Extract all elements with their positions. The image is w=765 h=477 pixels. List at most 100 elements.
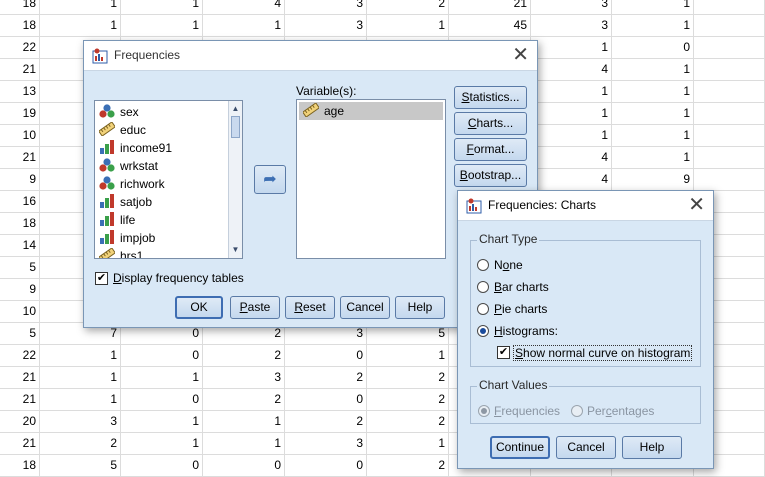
pie-charts-radio[interactable] (477, 303, 489, 315)
grid-cell[interactable]: 1 (40, 367, 121, 389)
source-list-scrollbar[interactable]: ▲ ▼ (228, 101, 242, 258)
grid-cell[interactable]: 21 (0, 367, 40, 389)
grid-cell[interactable]: 18 (0, 455, 40, 477)
grid-cell[interactable]: 0 (285, 455, 367, 477)
grid-cell[interactable]: 1 (203, 411, 285, 433)
grid-cell[interactable] (694, 125, 765, 147)
grid-cell[interactable]: 3 (531, 15, 612, 37)
grid-cell[interactable]: 21 (0, 59, 40, 81)
grid-cell[interactable]: 5 (40, 455, 121, 477)
grid-cell[interactable] (694, 103, 765, 125)
list-item[interactable]: life (99, 211, 135, 229)
grid-cell[interactable]: 1 (203, 15, 285, 37)
grid-cell[interactable]: 0 (121, 345, 203, 367)
grid-cell[interactable]: 1 (40, 0, 121, 15)
grid-cell[interactable]: 9 (0, 169, 40, 191)
grid-cell[interactable]: 10 (0, 125, 40, 147)
grid-cell[interactable]: 1 (531, 103, 612, 125)
grid-cell[interactable]: 16 (0, 191, 40, 213)
grid-cell[interactable]: 19 (0, 103, 40, 125)
grid-cell[interactable]: 2 (203, 389, 285, 411)
grid-cell[interactable]: 1 (612, 81, 694, 103)
paste-button[interactable]: Paste (230, 296, 280, 319)
list-item[interactable]: impjob (99, 229, 155, 247)
cancel-button[interactable]: Cancel (556, 436, 616, 459)
grid-cell[interactable]: 1 (612, 59, 694, 81)
grid-cell[interactable]: 1 (612, 15, 694, 37)
grid-cell[interactable]: 0 (203, 455, 285, 477)
grid-cell[interactable]: 2 (285, 411, 367, 433)
list-item[interactable]: age (299, 102, 443, 120)
cancel-button[interactable]: Cancel (340, 296, 390, 319)
grid-cell[interactable]: 1 (531, 125, 612, 147)
grid-cell[interactable]: 10 (0, 301, 40, 323)
grid-cell[interactable]: 22 (0, 345, 40, 367)
reset-button[interactable]: Reset (285, 296, 335, 319)
statistics-button[interactable]: Statistics... (454, 86, 527, 109)
grid-cell[interactable]: 2 (367, 389, 449, 411)
grid-cell[interactable]: 21 (0, 147, 40, 169)
grid-cell[interactable]: 4 (203, 0, 285, 15)
grid-cell[interactable]: 2 (285, 367, 367, 389)
grid-cell[interactable]: 4 (531, 147, 612, 169)
help-button[interactable]: Help (622, 436, 682, 459)
grid-cell[interactable]: 45 (449, 15, 531, 37)
grid-cell[interactable]: 1 (121, 0, 203, 15)
grid-cell[interactable]: 1 (203, 433, 285, 455)
format-button[interactable]: Format... (454, 138, 527, 161)
grid-cell[interactable]: 1 (612, 147, 694, 169)
grid-cell[interactable]: 5 (0, 257, 40, 279)
grid-cell[interactable]: 3 (531, 0, 612, 15)
grid-cell[interactable]: 3 (203, 367, 285, 389)
grid-cell[interactable]: 14 (0, 235, 40, 257)
grid-cell[interactable]: 1 (40, 15, 121, 37)
grid-cell[interactable]: 1 (40, 345, 121, 367)
source-variable-list[interactable]: sex educ income91 wrkstat richwork satjob life… (94, 100, 243, 259)
bar-charts-radio[interactable] (477, 281, 489, 293)
normal-curve-checkbox[interactable]: ✔ (497, 346, 510, 359)
grid-cell[interactable]: 21 (449, 0, 531, 15)
grid-cell[interactable]: 9 (612, 169, 694, 191)
grid-cell[interactable] (694, 0, 765, 15)
grid-cell[interactable]: 1 (121, 367, 203, 389)
grid-cell[interactable] (694, 147, 765, 169)
grid-cell[interactable]: 3 (40, 411, 121, 433)
close-icon[interactable]: ✕ (512, 44, 529, 66)
selected-variable-list[interactable]: age (296, 99, 446, 259)
frequencies-radio[interactable] (478, 405, 490, 417)
grid-cell[interactable]: 3 (285, 15, 367, 37)
grid-cell[interactable]: 20 (0, 411, 40, 433)
scrollbar-thumb[interactable] (231, 116, 240, 138)
grid-cell[interactable]: 1 (40, 389, 121, 411)
list-item[interactable]: sex (99, 103, 139, 121)
list-item[interactable]: income91 (99, 139, 172, 157)
grid-cell[interactable]: 9 (0, 279, 40, 301)
grid-cell[interactable] (694, 169, 765, 191)
grid-cell[interactable]: 1 (367, 15, 449, 37)
grid-cell[interactable]: 5 (0, 323, 40, 345)
grid-cell[interactable]: 0 (285, 389, 367, 411)
grid-cell[interactable]: 18 (0, 15, 40, 37)
grid-cell[interactable]: 1 (121, 433, 203, 455)
grid-cell[interactable]: 3 (285, 433, 367, 455)
grid-cell[interactable]: 22 (0, 37, 40, 59)
grid-cell[interactable]: 2 (367, 411, 449, 433)
grid-cell[interactable]: 1 (367, 345, 449, 367)
histograms-radio[interactable] (477, 325, 489, 337)
display-frequency-checkbox[interactable]: ✔ (95, 272, 108, 285)
grid-cell[interactable]: 1 (531, 81, 612, 103)
grid-cell[interactable]: 4 (531, 169, 612, 191)
charts-button[interactable]: Charts... (454, 112, 527, 135)
grid-cell[interactable]: 1 (121, 15, 203, 37)
grid-cell[interactable]: 1 (531, 37, 612, 59)
grid-cell[interactable]: 21 (0, 433, 40, 455)
grid-cell[interactable]: 1 (612, 0, 694, 15)
grid-cell[interactable]: 3 (285, 0, 367, 15)
grid-cell[interactable]: 0 (612, 37, 694, 59)
list-item[interactable]: satjob (99, 193, 152, 211)
grid-cell[interactable]: 0 (285, 345, 367, 367)
grid-cell[interactable]: 1 (367, 433, 449, 455)
grid-cell[interactable]: 1 (121, 411, 203, 433)
grid-cell[interactable]: 0 (121, 389, 203, 411)
grid-cell[interactable]: 13 (0, 81, 40, 103)
